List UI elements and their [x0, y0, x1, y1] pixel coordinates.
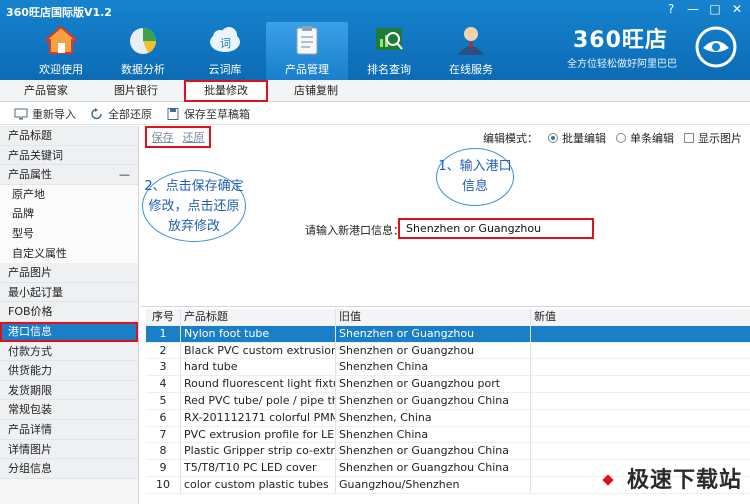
app-header: 360旺店国际版V1.2 ? — □ ✕ 欢迎使用 数据分析 词 云词库 产品管…	[0, 0, 750, 80]
floppy-icon	[166, 107, 180, 120]
editor-panel: 保存 还原 编辑模式： 批量编辑 单条编辑 显示图片 1、输入港口信息 2、点击…	[141, 126, 750, 504]
collapse-icon[interactable]: —	[119, 165, 130, 185]
single-edit-label: 单条编辑	[630, 132, 674, 145]
splitter[interactable]	[141, 306, 750, 307]
brand: 360旺店 全方位轻松做好阿里巴巴	[565, 22, 745, 72]
sidebar-item-product-images[interactable]: 产品图片	[0, 263, 138, 283]
maximize-button[interactable]: □	[708, 2, 722, 16]
save-restore-group: 保存 还原	[145, 126, 211, 148]
nav-cloud-words[interactable]: 词 云词库	[184, 22, 266, 80]
cloud-word-icon: 词	[208, 23, 242, 57]
sidebar-item-group-info[interactable]: 分组信息	[0, 459, 138, 479]
sidebar-item-port-info[interactable]: 港口信息	[0, 321, 138, 342]
sidebar-item-product-title[interactable]: 产品标题	[0, 126, 138, 146]
table-row[interactable]: 7 PVC extrusion profile for LED flexible…	[146, 426, 750, 444]
step2-callout: 2、点击保存确定修改，点击还原放弃修改	[142, 170, 246, 242]
nav-analytics[interactable]: 数据分析	[102, 22, 184, 80]
sidebar-item-brand[interactable]: 品牌	[0, 204, 138, 224]
field-sidebar: 产品标题 产品关键词 产品属性 — 原产地 品牌 型号 自定义属性 产品图片 最…	[0, 126, 139, 504]
sidebar-item-payment-terms[interactable]: 付款方式	[0, 341, 138, 362]
toolbar: 重新导入 全部还原 保存至草稿箱	[0, 103, 750, 125]
save-link[interactable]: 保存	[152, 129, 174, 145]
minimize-button[interactable]: —	[686, 2, 700, 16]
single-edit-radio[interactable]	[616, 133, 626, 143]
batch-edit-radio[interactable]	[548, 133, 558, 143]
main-nav: 欢迎使用 数据分析 词 云词库 产品管理 排名查询 在线服务	[20, 22, 512, 80]
watermark: 极速下载站	[626, 468, 742, 493]
svg-text:词: 词	[220, 37, 231, 50]
sidebar-item-product-details[interactable]: 产品详情	[0, 419, 138, 440]
service-person-icon	[454, 23, 488, 57]
tab-image-bank[interactable]: 图片银行	[94, 80, 178, 102]
port-input[interactable]	[398, 218, 594, 239]
monitor-import-icon	[14, 108, 28, 120]
brand-slogan: 全方位轻松做好阿里巴巴	[567, 59, 677, 70]
sub-tabs: 产品管家 图片银行 批量修改 店铺复制	[0, 79, 750, 102]
batch-edit-label: 批量编辑	[562, 132, 606, 145]
restore-all-button[interactable]: 全部还原	[90, 106, 152, 122]
help-button[interactable]: ?	[664, 2, 678, 16]
nav-ranking[interactable]: 排名查询	[348, 22, 430, 80]
header-old-value: 旧值	[336, 309, 531, 325]
table-row[interactable]: 1 Nylon foot tube Shenzhen or Guangzhou	[146, 325, 750, 343]
pie-chart-icon	[126, 23, 160, 57]
sidebar-item-detail-images[interactable]: 详情图片	[0, 439, 138, 460]
window-controls: ? — □ ✕	[664, 2, 744, 16]
sidebar-item-model[interactable]: 型号	[0, 223, 138, 244]
sidebar-item-fob-price[interactable]: FOB价格	[0, 302, 138, 322]
clipboard-icon	[290, 23, 324, 57]
brand-logo-icon	[695, 26, 737, 71]
table-row[interactable]: 5 Red PVC tube/ pole / pipe thickness Sh…	[146, 392, 750, 410]
edit-mode-label: 编辑模式：	[483, 132, 538, 145]
nav-welcome[interactable]: 欢迎使用	[20, 22, 102, 80]
sidebar-item-product-attributes[interactable]: 产品属性 —	[0, 165, 138, 185]
table-row[interactable]: 6 RX-201112171 colorful PMMA (acrylic) S…	[146, 409, 750, 427]
header-new-value: 新值	[534, 310, 556, 323]
sidebar-item-min-order[interactable]: 最小起订量	[0, 282, 138, 303]
header-index: 序号	[146, 309, 181, 325]
nav-online-service[interactable]: 在线服务	[430, 22, 512, 80]
nav-product-management[interactable]: 产品管理	[266, 22, 348, 80]
undo-icon	[90, 107, 104, 120]
table-row[interactable]: 2 Black PVC custom extrusion part Shenzh…	[146, 342, 750, 360]
reimport-button[interactable]: 重新导入	[14, 106, 76, 122]
home-icon	[44, 23, 78, 57]
window-title: 360旺店国际版V1.2	[6, 6, 112, 19]
tab-batch-edit[interactable]: 批量修改	[184, 79, 268, 102]
magnifier-chart-icon	[372, 23, 406, 57]
show-images-label: 显示图片	[698, 132, 742, 145]
brand-name: 360旺店	[573, 28, 668, 53]
table-header: 序号 产品标题 旧值 新值	[146, 309, 750, 326]
header-title: 产品标题	[181, 309, 336, 325]
show-images-checkbox[interactable]	[684, 133, 694, 143]
close-button[interactable]: ✕	[730, 2, 744, 16]
tab-store-copy[interactable]: 店铺复制	[274, 80, 358, 102]
port-input-label: 请输入新港口信息：	[305, 224, 404, 237]
table-row[interactable]: 3 hard tube Shenzhen China	[146, 359, 750, 377]
sidebar-item-origin[interactable]: 原产地	[0, 184, 138, 205]
tab-product-manager[interactable]: 产品管家	[4, 80, 88, 102]
sidebar-item-supply-ability[interactable]: 供货能力	[0, 361, 138, 381]
save-draft-button[interactable]: 保存至草稿箱	[166, 106, 250, 122]
sidebar-item-delivery-time[interactable]: 发货期限	[0, 380, 138, 401]
edit-mode-selector: 编辑模式： 批量编辑 单条编辑 显示图片	[483, 130, 742, 146]
restore-link[interactable]: 还原	[183, 129, 205, 145]
step1-callout: 1、输入港口信息	[436, 148, 514, 206]
sidebar-item-custom-attributes[interactable]: 自定义属性	[0, 243, 138, 264]
sidebar-item-packaging[interactable]: 常规包装	[0, 400, 138, 420]
sidebar-item-product-keywords[interactable]: 产品关键词	[0, 145, 138, 166]
table-row[interactable]: 4 Round fluorescent light fixture cover …	[146, 376, 750, 393]
table-row[interactable]: 8 Plastic Gripper strip co-extrusion She…	[146, 443, 750, 461]
